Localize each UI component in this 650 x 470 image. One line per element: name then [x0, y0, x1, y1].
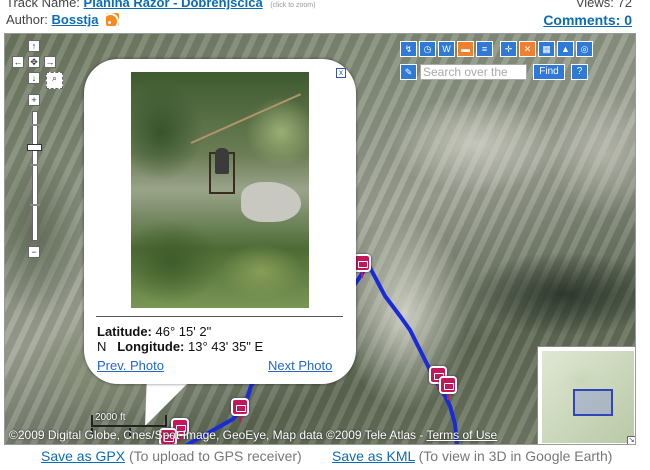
rss-icon[interactable] [106, 13, 120, 26]
comments-link[interactable]: Comments: 0 [543, 12, 632, 28]
author-link[interactable]: Bosstja [52, 12, 99, 27]
latitude-row: Latitude: 46° 15' 2" [97, 324, 211, 339]
gpx-export: Save as GPX (To upload to GPS receiver) [41, 448, 302, 464]
zoom-slider-handle[interactable] [27, 144, 42, 151]
scale-label: 2000 ft [95, 412, 126, 423]
track-header: Track Name: Planina Razor - Dobrenjscica… [0, 0, 650, 32]
author-row: Author: Bosstja Comments: 0 [6, 12, 632, 28]
photo-person [215, 148, 229, 174]
zoom-tick [30, 204, 40, 206]
zoom-tick [30, 124, 40, 126]
zoom-slider-track[interactable] [32, 111, 38, 241]
pencil-icon[interactable]: ✎ [400, 64, 417, 80]
photo-marker[interactable] [231, 398, 249, 422]
latitude-value: 46° 15' 2" [155, 324, 212, 339]
export-links: Save as GPX (To upload to GPS receiver) … [0, 446, 650, 470]
pan-down-button[interactable]: ↓ [28, 72, 40, 84]
save-kml-link[interactable]: Save as KML [332, 448, 415, 464]
latitude-label: Latitude: [97, 324, 152, 339]
copyright-text: ©2009 Digital Globe, Cnes/Spot Image, Ge… [9, 428, 424, 442]
popup-divider [96, 316, 343, 317]
kml-note: (To view in 3D in Google Earth) [418, 448, 613, 464]
overview-toggle-icon[interactable]: ↘ [627, 436, 635, 444]
zoom-box-button[interactable]: ⌕ [46, 72, 63, 89]
pan-right-button[interactable]: → [44, 56, 56, 68]
map-copyright: ©2009 Digital Globe, Cnes/Spot Image, Ge… [9, 428, 497, 442]
save-gpx-link[interactable]: Save as GPX [41, 448, 125, 464]
photo-rock [241, 182, 301, 222]
kml-export: Save as KML (To view in 3D in Google Ear… [332, 448, 612, 464]
photos-icon[interactable]: ▦ [538, 41, 555, 57]
longitude-value: 13° 43' 35" E [188, 339, 264, 354]
zoom-out-button[interactable]: − [28, 246, 40, 258]
longitude-label: Longitude: [117, 339, 185, 354]
close-icon[interactable]: x [336, 68, 346, 78]
prev-photo-link[interactable]: Prev. Photo [97, 358, 164, 373]
pan-up-button[interactable]: ↑ [28, 40, 40, 52]
latitude-direction: N [97, 339, 107, 354]
wiki-icon[interactable]: W [438, 41, 455, 57]
terrain-icon[interactable]: ▲ [557, 41, 574, 57]
satellite-map[interactable]: ↑ ← ✥ → ↓ ⌕ + − ↯ ◷ W ▬ ≡ ✛ ✕ ▦ ▲ ◎ ✎ Fi… [4, 33, 636, 445]
measure-icon[interactable]: ↯ [400, 41, 417, 57]
trail-photo[interactable] [131, 72, 309, 308]
zoom-tick [30, 164, 40, 166]
author-label: Author: [6, 12, 48, 27]
gpx-note: (To upload to GPS receiver) [128, 448, 302, 464]
track-name-label: Track Name: [6, 0, 80, 10]
find-button[interactable]: Find [533, 64, 565, 80]
pan-center-button[interactable]: ✥ [28, 56, 40, 68]
next-photo-link[interactable]: Next Photo [268, 358, 332, 373]
photo-marker[interactable] [439, 376, 457, 400]
comment-icon[interactable]: ▬ [457, 41, 474, 57]
overview-map[interactable]: ↘ [537, 346, 635, 444]
crosshair-icon[interactable]: ✛ [500, 41, 517, 57]
pan-left-button[interactable]: ← [12, 56, 24, 68]
search-input[interactable] [420, 64, 527, 80]
help-button[interactable]: ? [571, 64, 588, 80]
views-count: Views: 72 [575, 0, 632, 10]
longitude-row: N Longitude: 13° 43' 35" E [97, 339, 263, 354]
click-to-zoom-hint: (click to zoom) [270, 2, 316, 9]
zoom-in-button[interactable]: + [28, 94, 40, 106]
track-name-row: Track Name: Planina Razor - Dobrenjscica… [6, 0, 632, 10]
clock-icon[interactable]: ◷ [419, 41, 436, 57]
terms-of-use-link[interactable]: Terms of Use [427, 428, 498, 442]
route-icon[interactable]: ✕ [519, 41, 536, 57]
track-name-link[interactable]: Planina Razor - Dobrenjscica [84, 0, 263, 10]
list-icon[interactable]: ≡ [476, 41, 493, 57]
globe-icon[interactable]: ◎ [576, 41, 593, 57]
overview-viewport[interactable] [573, 389, 613, 416]
photo-cable [190, 93, 302, 144]
overview-map-image [542, 351, 634, 443]
